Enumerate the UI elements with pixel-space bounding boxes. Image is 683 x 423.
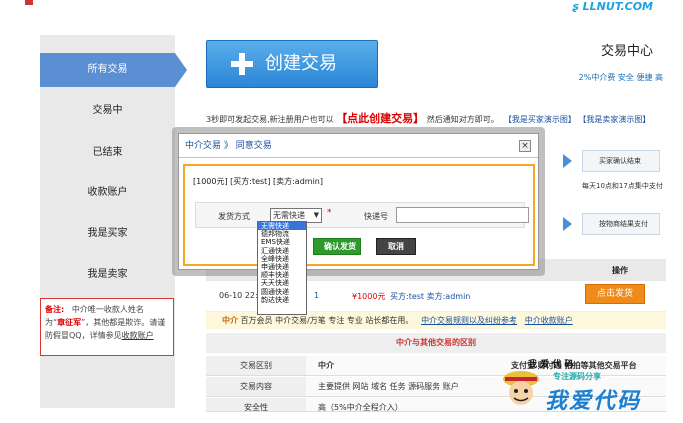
- ship-option[interactable]: 天天快递: [258, 279, 306, 287]
- ship-option[interactable]: 圆通快递: [258, 288, 306, 296]
- ship-form: 发货方式 无需快递 ▼ * 快递号: [195, 202, 529, 228]
- note-name: 章征军: [57, 318, 82, 327]
- ship-method-options: 无需快递 德邦物流 EMS快递 汇通快递 全峰快递 申通快递 顺丰快递 天天快递…: [257, 221, 307, 315]
- rules-link[interactable]: 中介交易规则以及纠纷参考: [421, 316, 517, 325]
- compare-label: 交易内容: [206, 377, 306, 396]
- note-link-payment-account[interactable]: 收款账户: [122, 331, 154, 340]
- sidebar: 所有交易 交易中 已结束 收款账户 我是买家 我是卖家 备注: 中介唯一收款人姓…: [40, 35, 187, 408]
- notice-after: 然后通知对方即可。: [426, 115, 499, 124]
- sidebar-item-buyer[interactable]: 我是买家: [40, 217, 175, 251]
- flow-step-buyer-confirm: 买家确认结束: [582, 150, 660, 172]
- compare-title: 中介与其他交易的区别: [206, 333, 666, 353]
- cancel-button[interactable]: 取消: [376, 238, 416, 255]
- ship-option[interactable]: 韵达快递: [258, 296, 306, 304]
- compare-value: 主要提供 网站 域名 任务 源码服务 账户: [318, 382, 459, 391]
- note-line1: 中介唯一收款人姓名: [71, 305, 144, 314]
- ship-method-label: 发货方式: [218, 212, 250, 221]
- buyer-demo-link[interactable]: 【我是买家演示图】: [504, 115, 576, 124]
- notice-create-link[interactable]: 【点此创建交易】: [336, 112, 424, 125]
- sidebar-item-payment-account[interactable]: 收款账户: [40, 176, 175, 210]
- create-trade-button[interactable]: 创建交易: [206, 40, 378, 88]
- watermark: 我 爱 代 码 专注源码分享 我爱代码: [493, 355, 673, 417]
- chevron-down-icon: ▼: [313, 211, 319, 219]
- ship-dialog: 中介交易 》 同意交易 × [1000元] [买方:test] [卖方:admi…: [178, 133, 539, 270]
- compare-label: 交易区别: [206, 356, 306, 375]
- watermark-title: 我爱代码: [545, 388, 642, 414]
- ship-option[interactable]: 申通快递: [258, 263, 306, 271]
- note-prefix: 为“: [45, 318, 58, 327]
- compare-value: 高（5%中介全程介入）: [318, 403, 403, 412]
- flow-step2-label: 按物商结果支付: [599, 220, 648, 228]
- payment-account-link[interactable]: 中介收款账户: [525, 316, 573, 325]
- sidebar-item-in-progress[interactable]: 交易中: [40, 94, 175, 128]
- note-label: 备注:: [45, 305, 65, 314]
- info-text: 百万会员 中介交易/万笔 专注 专业 站长都在用。: [238, 316, 414, 325]
- dialog-breadcrumb: 中介交易 》 同意交易: [185, 141, 272, 151]
- info-brand: 中介: [222, 316, 238, 325]
- row-parties[interactable]: 买方:test 卖方:admin: [390, 291, 470, 302]
- order-info: [1000元] [买方:test] [卖方:admin]: [193, 177, 323, 186]
- flow-step-pay: 按物商结果支付: [582, 213, 660, 235]
- note-line3: 防假冒QQ，详情参见: [45, 331, 122, 340]
- required-mark: *: [327, 208, 332, 218]
- row-number: 1: [314, 291, 320, 300]
- watermark-top: 我 爱 代 码: [528, 360, 574, 370]
- page-subtitle: 2%中介费 安全 便捷 高: [578, 73, 663, 82]
- ship-option[interactable]: 汇通快递: [258, 247, 306, 255]
- flow-step1-note: 每天10点和17点集中支付: [582, 182, 663, 190]
- sidebar-item-finished[interactable]: 已结束: [40, 136, 175, 170]
- close-icon[interactable]: ×: [519, 140, 531, 152]
- confirm-ship-button[interactable]: 确认发货: [313, 238, 361, 255]
- sidebar-item-seller[interactable]: 我是卖家: [40, 258, 175, 292]
- ship-option[interactable]: EMS快递: [258, 238, 306, 246]
- ship-method-value: 无需快递: [273, 211, 305, 220]
- notice-bar: 3秒即可发起交易,新注册用户也可以 【点此创建交易】 然后通知对方即可。 【我是…: [206, 110, 650, 126]
- compare-value: 中介: [318, 361, 334, 370]
- column-header-operation: 操作: [612, 266, 628, 275]
- row-amount: ¥1000元: [352, 292, 386, 301]
- ship-button[interactable]: 点击发货: [585, 284, 645, 304]
- flow-step1-label: 买家确认结束: [599, 157, 641, 165]
- sidebar-item-all-trades[interactable]: 所有交易: [40, 53, 187, 87]
- watermark-tagline: 专注源码分享: [553, 372, 601, 381]
- dialog-body: [1000元] [买方:test] [卖方:admin] 发货方式 无需快递 ▼…: [183, 164, 535, 266]
- ship-option[interactable]: 全峰快递: [258, 255, 306, 263]
- note-line2: ”，其他都是欺诈。请谨: [81, 318, 166, 327]
- page-title: 交易中心: [600, 44, 653, 59]
- arrow-right-icon: [563, 217, 572, 231]
- dialog-header: 中介交易 》 同意交易 ×: [179, 134, 538, 158]
- create-trade-label: 创建交易: [265, 53, 337, 74]
- row-date: 06-10 22:: [219, 291, 258, 300]
- site-logo[interactable]: ʂ LLNUT.COM: [572, 0, 653, 13]
- arrow-right-icon: [563, 154, 572, 168]
- plus-icon: [229, 51, 255, 77]
- compare-label: 安全性: [206, 398, 306, 411]
- tracking-input[interactable]: [396, 207, 529, 223]
- seller-demo-link[interactable]: 【我是卖家演示图】: [578, 115, 650, 124]
- notice-text: 3秒即可发起交易,新注册用户也可以: [206, 115, 334, 124]
- tracking-label: 快递号: [364, 212, 388, 221]
- ship-option[interactable]: 无需快递: [258, 222, 306, 231]
- sidebar-note: 备注: 中介唯一收款人姓名 为“章征军”，其他都是欺诈。请谨 防假冒QQ，详情参…: [40, 298, 174, 356]
- mascot-icon: [503, 371, 539, 405]
